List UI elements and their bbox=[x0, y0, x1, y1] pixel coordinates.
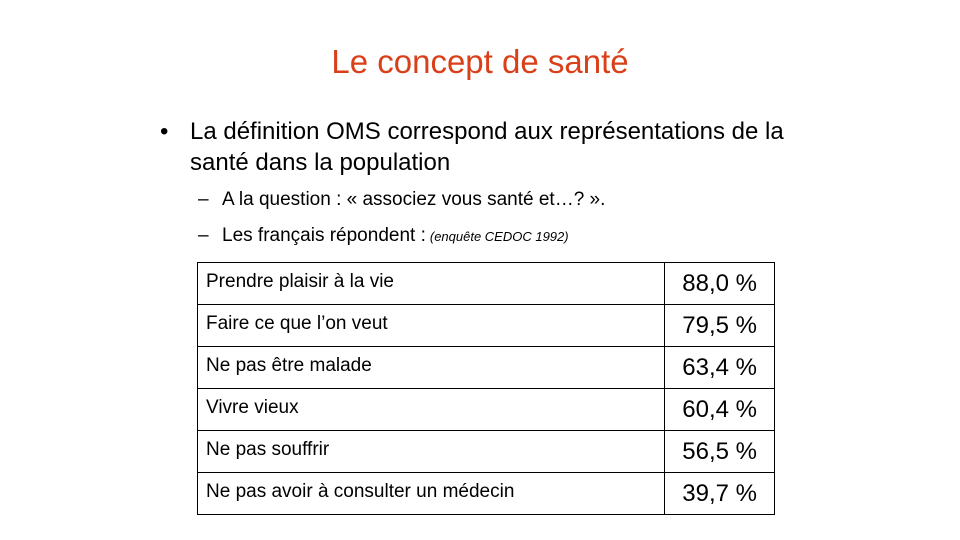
table-row: Prendre plaisir à la vie 88,0 % bbox=[196, 262, 775, 305]
row-value: 39,7 % bbox=[664, 472, 775, 515]
row-label: Ne pas être malade bbox=[196, 346, 666, 389]
row-value: 63,4 % bbox=[664, 346, 775, 389]
table-row: Ne pas souffrir 56,5 % bbox=[196, 430, 775, 473]
row-value: 60,4 % bbox=[664, 388, 775, 431]
row-value: 56,5 % bbox=[664, 430, 775, 473]
dash-marker: – bbox=[198, 189, 209, 210]
row-value: 88,0 % bbox=[664, 262, 775, 305]
table-row: Vivre vieux 60,4 % bbox=[196, 388, 775, 431]
table-row: Ne pas être malade 63,4 % bbox=[196, 346, 775, 389]
sub-bullet-answer: – Les français répondent : (enquête CEDOC… bbox=[198, 224, 569, 249]
row-label: Faire ce que l’on veut bbox=[196, 304, 666, 347]
row-label: Ne pas souffrir bbox=[196, 430, 666, 473]
row-label: Prendre plaisir à la vie bbox=[196, 262, 666, 305]
main-bullet-text: La définition OMS correspond aux représe… bbox=[190, 118, 784, 176]
table-row: Faire ce que l’on veut 79,5 % bbox=[196, 304, 775, 347]
table-row: Ne pas avoir à consulter un médecin 39,7… bbox=[196, 472, 775, 515]
main-bullet: • La définition OMS correspond aux repré… bbox=[160, 116, 840, 178]
row-label: Ne pas avoir à consulter un médecin bbox=[196, 472, 666, 515]
slide-title: Le concept de santé bbox=[331, 43, 629, 80]
sub-bullet-question: – A la question : « associez vous santé … bbox=[198, 188, 605, 212]
sub-bullet-answer-line: Les français répondent : (enquête CEDOC 1… bbox=[222, 224, 569, 249]
dash-marker: – bbox=[198, 225, 209, 246]
row-label: Vivre vieux bbox=[196, 388, 666, 431]
row-value: 79,5 % bbox=[664, 304, 775, 347]
sub-bullet-question-text: A la question : « associez vous santé et… bbox=[222, 189, 606, 210]
bullet-marker: • bbox=[160, 118, 169, 145]
sub-bullet-answer-text: Les français répondent : bbox=[222, 225, 426, 246]
survey-source: (enquête CEDOC 1992) bbox=[429, 229, 569, 244]
slide: Le concept de santé • La définition OMS … bbox=[0, 0, 960, 540]
results-table: Prendre plaisir à la vie 88,0 % Faire ce… bbox=[196, 262, 775, 515]
